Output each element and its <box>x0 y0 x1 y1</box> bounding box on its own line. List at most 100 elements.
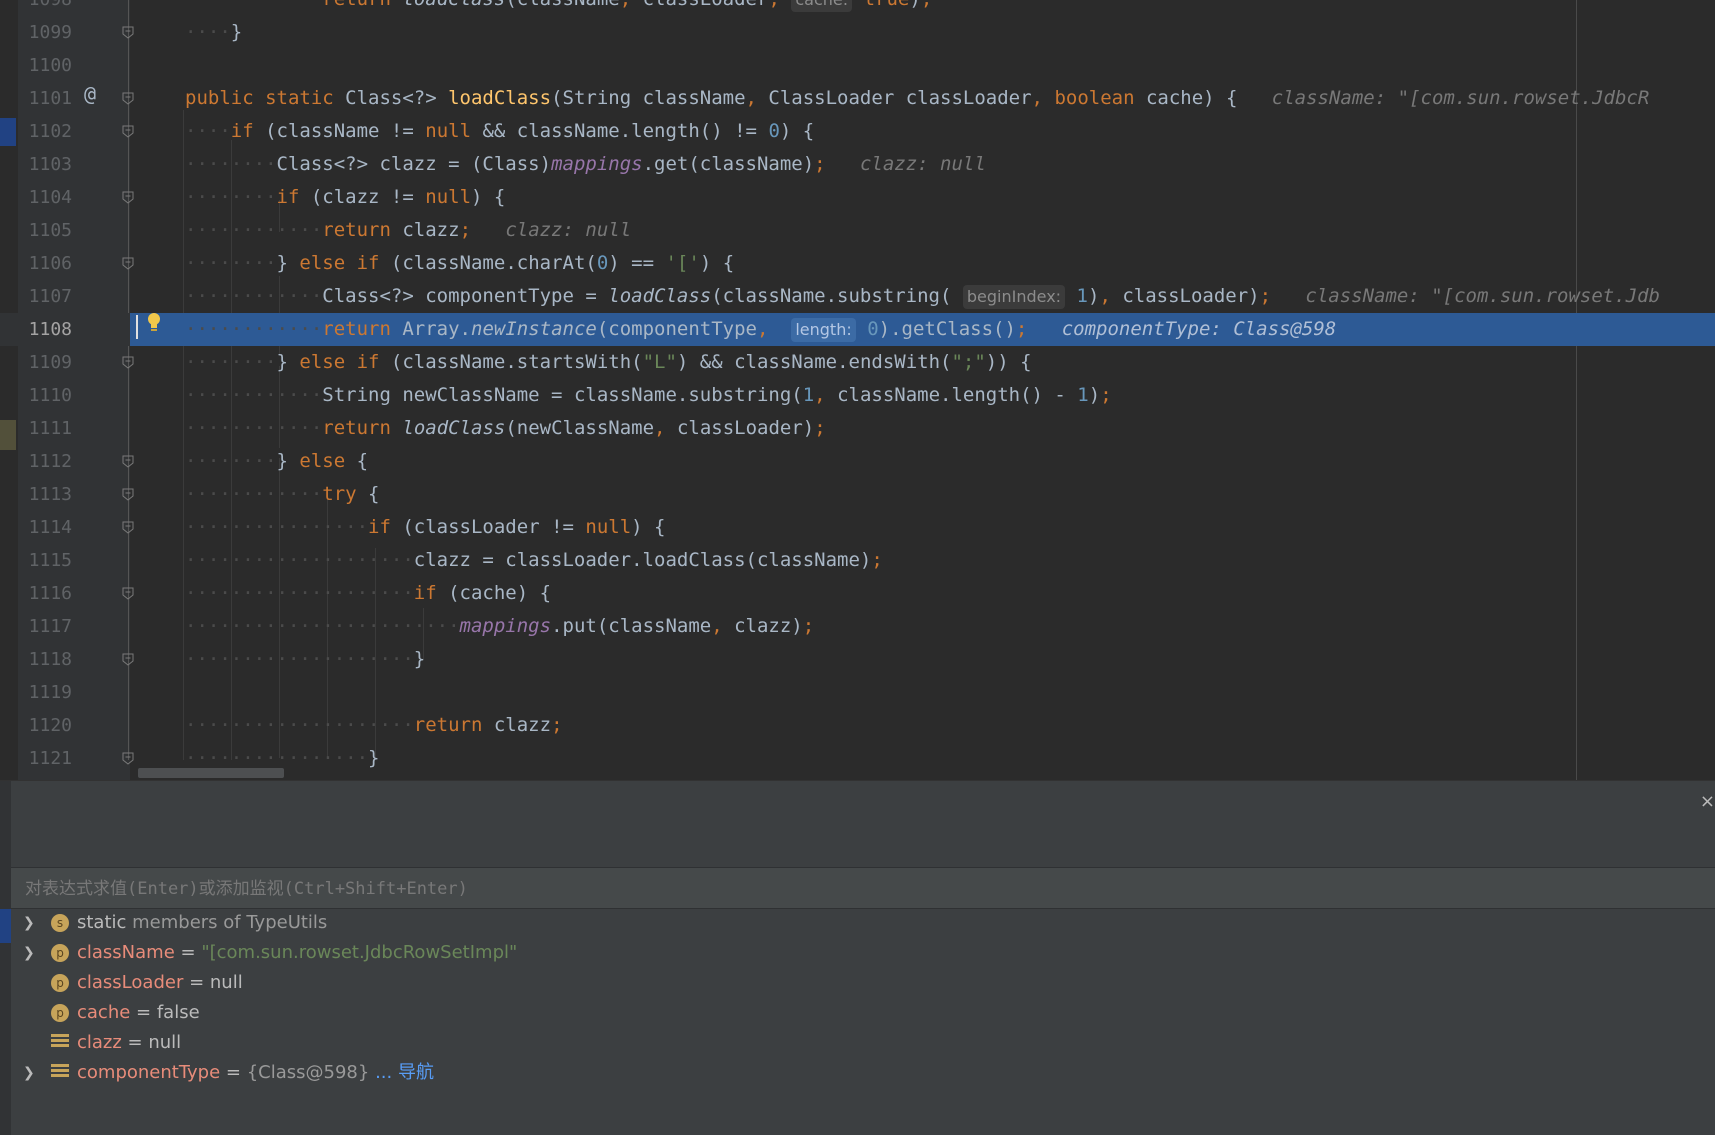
code-text[interactable]: ····················clazz = classLoader.… <box>185 544 883 577</box>
code-line[interactable]: 1112 ········} else { <box>0 445 1715 478</box>
line-number[interactable]: 1105 <box>0 214 72 247</box>
code-line[interactable]: 1113 ············try { <box>0 478 1715 511</box>
code-text[interactable]: ····if (className != null && className.l… <box>185 115 814 148</box>
code-text[interactable]: ················if (classLoader != null)… <box>185 511 665 544</box>
fold-marker-icon[interactable] <box>122 26 134 39</box>
parameter-icon: p <box>51 1004 69 1022</box>
fold-marker-icon[interactable] <box>122 125 134 138</box>
lightbulb-icon[interactable] <box>147 312 161 334</box>
code-editor[interactable]: 1098 ············return loadClass(classNa… <box>0 0 1715 780</box>
fold-marker-icon[interactable] <box>122 752 134 765</box>
code-line-current[interactable]: 1108 ············return Array.newInstance… <box>0 313 1715 346</box>
code-text[interactable]: ············return loadClass(className, … <box>185 0 932 16</box>
line-number[interactable]: 1121 <box>0 742 72 775</box>
close-icon[interactable]: × <box>1700 791 1715 812</box>
code-text[interactable]: ········} else if (className.startsWith(… <box>185 346 1032 379</box>
variable-row-classname[interactable]: ❯ p className = "[com.sun.rowset.JdbcRowSe… <box>11 938 1715 968</box>
navigate-link[interactable]: ... 导航 <box>369 1062 434 1083</box>
code-text[interactable]: public static Class<?> loadClass(String … <box>185 82 1649 115</box>
line-number[interactable]: 1115 <box>0 544 72 577</box>
line-number[interactable]: 1106 <box>0 247 72 280</box>
line-number[interactable]: 1102 <box>0 115 72 148</box>
override-at-icon[interactable]: @ <box>84 82 96 106</box>
code-line[interactable]: 1114 ················if (classLoader != n… <box>0 511 1715 544</box>
fold-marker-icon[interactable] <box>122 92 134 105</box>
line-number[interactable]: 1108 <box>0 313 72 346</box>
line-number[interactable]: 1114 <box>0 511 72 544</box>
chevron-right-icon[interactable]: ❯ <box>23 1058 35 1088</box>
code-line[interactable]: 1102 ····if (className != null && classNa… <box>0 115 1715 148</box>
fold-marker-icon[interactable] <box>122 455 134 468</box>
code-text[interactable]: ········} else { <box>185 445 368 478</box>
code-line[interactable]: 1103 ········Class<?> clazz = (Class)mapp… <box>0 148 1715 181</box>
code-line[interactable]: 1104 ········if (clazz != null) { <box>0 181 1715 214</box>
code-text[interactable]: ············String newClassName = classN… <box>185 379 1112 412</box>
variable-row-cache[interactable]: p cache = false <box>11 998 1715 1028</box>
line-number[interactable]: 1112 <box>0 445 72 478</box>
line-number[interactable]: 1103 <box>0 148 72 181</box>
fold-marker-icon[interactable] <box>122 488 134 501</box>
line-number[interactable]: 1098 <box>0 0 72 16</box>
code-line[interactable]: 1100 <box>0 49 1715 82</box>
code-line[interactable]: 1117 ························mappings.put… <box>0 610 1715 643</box>
fold-marker-icon[interactable] <box>122 356 134 369</box>
code-line[interactable]: 1106 ········} else if (className.charAt(… <box>0 247 1715 280</box>
variable-row-clazz[interactable]: clazz = null <box>11 1028 1715 1058</box>
fold-marker-icon[interactable] <box>122 653 134 666</box>
code-line[interactable]: 1116 ····················if (cache) { <box>0 577 1715 610</box>
line-number[interactable]: 1104 <box>0 181 72 214</box>
code-text[interactable]: ························mappings.put(cla… <box>185 610 814 643</box>
code-line[interactable]: 1111 ············return loadClass(newClas… <box>0 412 1715 445</box>
evaluate-expression-input[interactable] <box>23 868 1707 910</box>
line-number[interactable]: 1110 <box>0 379 72 412</box>
line-number[interactable]: 1107 <box>0 280 72 313</box>
code-line[interactable]: 1105 ············return clazz; clazz: nul… <box>0 214 1715 247</box>
line-number[interactable]: 1111 <box>0 412 72 445</box>
fold-marker-icon[interactable] <box>122 191 134 204</box>
line-number[interactable]: 1117 <box>0 610 72 643</box>
code-text[interactable]: ········Class<?> clazz = (Class)mappings… <box>185 148 986 181</box>
code-line[interactable]: 1109 ········} else if (className.startsW… <box>0 346 1715 379</box>
variable-row-classloader[interactable]: p classLoader = null <box>11 968 1715 998</box>
code-text[interactable]: ············Class<?> componentType = loa… <box>185 280 1660 313</box>
code-text[interactable]: ····} <box>185 16 242 49</box>
line-number[interactable]: 1109 <box>0 346 72 379</box>
variable-row-static[interactable]: ❯ s static members of TypeUtils <box>11 908 1715 938</box>
code-line[interactable]: 1115 ····················clazz = classLoa… <box>0 544 1715 577</box>
code-text[interactable]: ····················if (cache) { <box>185 577 551 610</box>
chevron-right-icon[interactable]: ❯ <box>23 938 35 968</box>
fold-marker-icon[interactable] <box>122 521 134 534</box>
code-line[interactable]: 1099 ····} <box>0 16 1715 49</box>
code-text[interactable]: ············return clazz; clazz: null <box>185 214 631 247</box>
line-number[interactable]: 1101 <box>0 82 72 115</box>
line-number[interactable]: 1118 <box>0 643 72 676</box>
line-number[interactable]: 1099 <box>0 16 72 49</box>
fold-marker-icon[interactable] <box>122 257 134 270</box>
code-line[interactable]: 1098 ············return loadClass(classNa… <box>0 0 1715 16</box>
fold-marker-icon[interactable] <box>122 587 134 600</box>
line-number[interactable]: 1116 <box>0 577 72 610</box>
local-variable-icon <box>51 1064 69 1082</box>
code-line[interactable]: 1101 public static Class<?> loadClass(Str… <box>0 82 1715 115</box>
variable-row-componenttype[interactable]: ❯ componentType = {Class@598} ... 导航 <box>11 1058 1715 1088</box>
code-text[interactable]: ········} else if (className.charAt(0) =… <box>185 247 734 280</box>
line-number[interactable]: 1119 <box>0 676 72 709</box>
code-line[interactable]: 1120 ····················return clazz; <box>0 709 1715 742</box>
line-number[interactable]: 1100 <box>0 49 72 82</box>
code-text[interactable]: ············return loadClass(newClassNam… <box>185 412 826 445</box>
code-lines: 1098 ············return loadClass(classNa… <box>0 0 1715 775</box>
code-line[interactable]: 1107 ············Class<?> componentType =… <box>0 280 1715 313</box>
code-text[interactable]: ············return Array.newInstance(com… <box>185 313 1336 346</box>
code-line[interactable]: 1110 ············String newClassName = cl… <box>0 379 1715 412</box>
variable-text: clazz = null <box>77 1028 181 1058</box>
code-text[interactable]: ············try { <box>185 478 380 511</box>
code-text[interactable]: ····················return clazz; <box>185 709 563 742</box>
horizontal-scrollbar[interactable] <box>138 768 284 778</box>
chevron-right-icon[interactable]: ❯ <box>23 908 35 938</box>
code-line[interactable]: 1118 ····················} <box>0 643 1715 676</box>
code-text[interactable]: ········if (clazz != null) { <box>185 181 505 214</box>
code-line[interactable]: 1119 <box>0 676 1715 709</box>
code-text[interactable]: ····················} <box>185 643 425 676</box>
line-number[interactable]: 1120 <box>0 709 72 742</box>
line-number[interactable]: 1113 <box>0 478 72 511</box>
